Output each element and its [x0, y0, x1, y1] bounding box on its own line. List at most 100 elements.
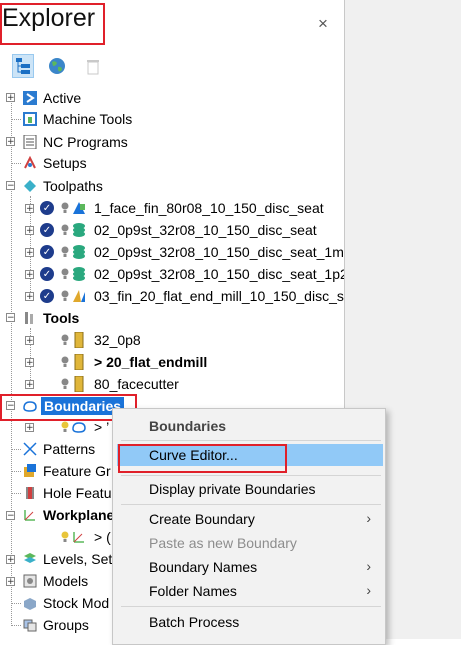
expand-toggle[interactable]: + [6, 93, 15, 103]
title-highlight-box [0, 3, 105, 45]
checkmark-icon: ✓ [39, 266, 55, 282]
trash-icon[interactable] [82, 54, 104, 78]
tree-item-toolpaths[interactable]: Toolpaths [43, 178, 103, 194]
tree-item-nc-programs[interactable]: NC Programs [43, 134, 128, 150]
tree-connector [11, 163, 21, 164]
collapse-toggle[interactable]: − [6, 313, 15, 323]
submenu-arrow-icon: › [366, 558, 371, 574]
tool-icon [71, 354, 87, 370]
expand-toggle[interactable]: + [25, 380, 34, 390]
checkmark-icon: ✓ [39, 222, 55, 238]
tree-item-groups[interactable]: Groups [43, 617, 89, 633]
tree-item-models[interactable]: Models [43, 573, 88, 589]
step-over-icon [71, 266, 87, 282]
workplane-item[interactable]: > ( [94, 529, 111, 545]
hole-feature-icon [22, 485, 38, 501]
tree-item-active[interactable]: Active [43, 90, 81, 106]
context-menu-header: Boundaries [149, 418, 227, 434]
expand-toggle[interactable]: + [25, 226, 34, 236]
menu-item-folder-names[interactable]: Folder Names › [117, 580, 383, 602]
expand-toggle[interactable]: + [25, 336, 34, 346]
menu-separator [121, 504, 381, 505]
menu-separator [121, 475, 381, 476]
tool-item[interactable]: 80_facecutter [94, 376, 179, 392]
tree-item-patterns[interactable]: Patterns [43, 441, 95, 457]
checkmark-icon: ✓ [39, 244, 55, 260]
menu-item-label: Boundary Names [149, 559, 258, 575]
tree-item-tools[interactable]: Tools [43, 310, 79, 326]
tree-view-icon[interactable] [12, 54, 34, 78]
expand-toggle[interactable]: + [25, 423, 34, 433]
toolpath-item[interactable]: 02_0p9st_32r08_10_150_disc_seat_1p2 [94, 266, 344, 282]
menu-item-label: Folder Names [149, 583, 237, 599]
checkmark-icon: ✓ [39, 200, 55, 216]
tool-icon [71, 332, 87, 348]
stock-model-icon [22, 595, 38, 611]
machine-tool-icon [22, 111, 38, 127]
tree-item-machine-tools[interactable]: Machine Tools [43, 111, 132, 127]
expand-toggle[interactable]: + [6, 555, 15, 565]
menu-item-label: Create Boundary [149, 511, 255, 527]
tree-root-line [11, 98, 12, 626]
tool-item[interactable]: 32_0p8 [94, 332, 141, 348]
toolpath-item[interactable]: 02_0p9st_32r08_10_150_disc_seat_1m [94, 244, 344, 260]
step-over-icon [71, 244, 87, 260]
tool-icon [71, 376, 87, 392]
tree-connector [11, 625, 21, 626]
setup-icon [22, 155, 38, 171]
toolpath-item[interactable]: 03_fin_20_flat_end_mill_10_150_disc_s [94, 288, 344, 304]
menu-item-batch-process[interactable]: Batch Process [117, 611, 383, 633]
expand-toggle[interactable]: + [25, 248, 34, 258]
tree-connector [11, 603, 21, 604]
tree-item-setups[interactable]: Setups [43, 155, 87, 171]
tree-item-levels[interactable]: Levels, Set [43, 551, 112, 567]
toolpath-item[interactable]: 1_face_fin_80r08_10_150_disc_seat [94, 200, 324, 216]
menu-item-label: Display private Boundaries [149, 481, 316, 497]
menu-item-display-private[interactable]: Display private Boundaries [117, 478, 383, 500]
expand-toggle[interactable]: + [25, 358, 34, 368]
tree-connector [11, 119, 21, 120]
tree-item-hole-features[interactable]: Hole Featu [43, 485, 111, 501]
tree-item-feature-groups[interactable]: Feature Gr [43, 463, 111, 479]
checkmark-icon: ✓ [39, 288, 55, 304]
expand-toggle[interactable]: + [6, 577, 15, 587]
menu-item-create-boundary[interactable]: Create Boundary › [117, 508, 383, 530]
tree-connector [11, 493, 21, 494]
finish-path-icon [71, 288, 87, 304]
tree-item-workplanes[interactable]: Workplane [43, 507, 114, 523]
menu-separator [121, 440, 381, 441]
tool-item-active[interactable]: > 20_flat_endmill [94, 354, 207, 370]
feature-group-icon [22, 463, 38, 479]
menu-item-boundary-names[interactable]: Boundary Names › [117, 556, 383, 578]
model-icon [22, 573, 38, 589]
tree-connector [11, 449, 21, 450]
tools-folder-icon [22, 310, 38, 326]
collapse-toggle[interactable]: − [6, 181, 15, 191]
tree-connector [11, 471, 21, 472]
menu-separator [121, 606, 381, 607]
pattern-icon [22, 441, 38, 457]
expand-toggle[interactable]: + [25, 270, 34, 280]
collapse-toggle[interactable]: − [6, 511, 15, 521]
levels-icon [22, 551, 38, 567]
expand-toggle[interactable]: + [6, 137, 15, 147]
menu-item-label: Batch Process [149, 614, 240, 630]
close-icon[interactable]: × [318, 14, 328, 34]
step-over-icon [71, 222, 87, 238]
active-icon [22, 90, 38, 106]
globe-icon[interactable] [46, 54, 68, 78]
toolpath-item[interactable]: 02_0p9st_32r08_10_150_disc_seat [94, 222, 317, 238]
toolpath-folder-icon [22, 178, 38, 194]
submenu-arrow-icon: › [366, 510, 371, 526]
menu-item-label: Paste as new Boundary [149, 535, 297, 551]
context-menu: Boundaries Curve Editor... Display priva… [112, 408, 386, 645]
workplane-icon [22, 507, 38, 523]
expand-toggle[interactable]: + [25, 204, 34, 214]
submenu-arrow-icon: › [366, 582, 371, 598]
workplane-icon [71, 529, 87, 545]
explorer-toolbar [0, 52, 344, 82]
boundary-icon [71, 419, 87, 435]
tree-item-stock-models[interactable]: Stock Mod [43, 595, 109, 611]
boundary-item[interactable]: > ’ [94, 419, 109, 435]
expand-toggle[interactable]: + [25, 292, 34, 302]
